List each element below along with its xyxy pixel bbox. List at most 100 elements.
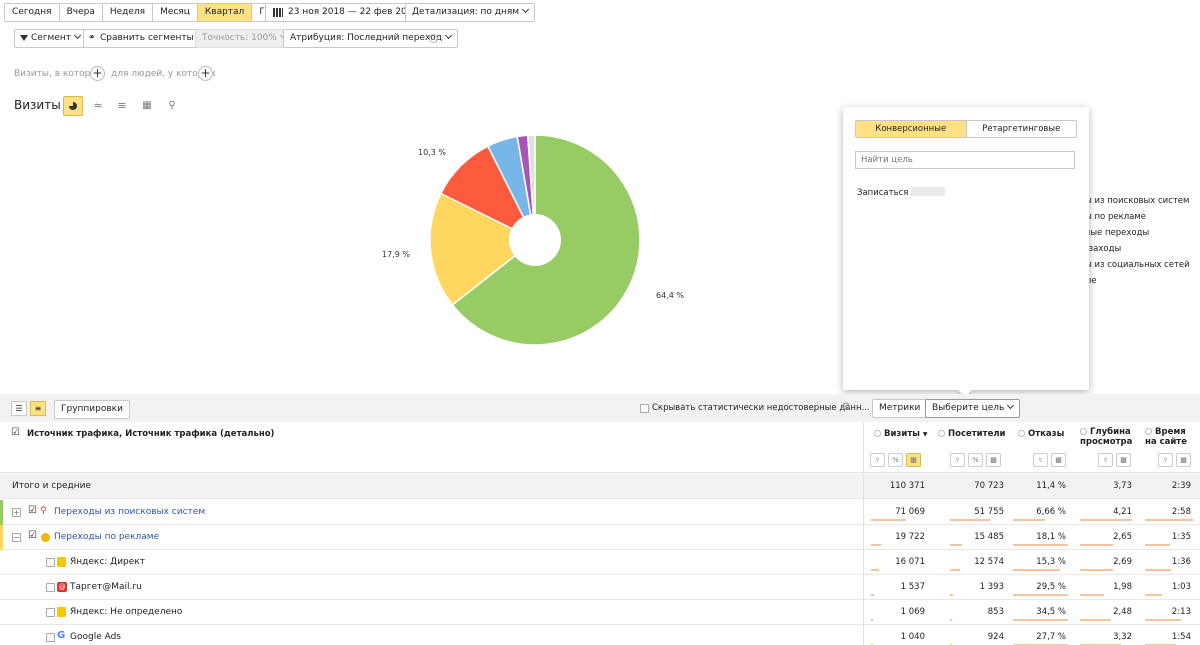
period-quarter[interactable]: Квартал [196,4,252,21]
collapse-icon[interactable]: − [12,533,21,542]
percent-icon[interactable]: % [888,453,903,467]
period-today[interactable]: Сегодня [5,4,59,21]
groupings-button[interactable]: Группировки [54,400,130,419]
chart-title: Визиты [14,98,61,112]
row-checkbox-icon[interactable]: ☑ [28,530,37,541]
goal-item[interactable]: Записаться [857,187,946,198]
chevron-down-icon [522,5,530,14]
row-bounces: 27,7 % [1036,632,1066,642]
bar-chart-icon[interactable]: ▦ [137,96,157,116]
area-chart-icon[interactable]: ≡ [112,96,132,116]
expand-icon[interactable]: + [12,508,21,517]
goal-search-input[interactable] [855,151,1075,169]
row-name[interactable]: Google Ads [70,625,121,645]
filter-icon[interactable]: ▿ [1033,453,1048,467]
column-visits[interactable]: Визиты ▼ [874,429,928,439]
row-bar [1080,619,1111,621]
add-people-filter-button[interactable]: + [198,66,213,81]
row-time: 1:03 [1171,582,1191,592]
bar-toggle-icon[interactable]: ▩ [906,453,921,467]
column-bounces[interactable]: Отказы [1018,429,1064,439]
row-visits: 16 071 [895,557,925,567]
row-checkbox[interactable] [46,583,55,592]
row-bar [1145,594,1162,596]
chevron-down-icon [444,31,453,40]
column-time[interactable]: Время на сайте [1145,427,1195,447]
info-icon[interactable]: i [429,34,438,43]
bar-toggle-icon[interactable]: ▩ [1176,453,1191,467]
filter-icon[interactable]: ▿ [1098,453,1113,467]
legend-item-search[interactable]: оды из поисковых систем [1074,196,1189,206]
segment-dropdown[interactable]: Сегмент [14,29,88,48]
table-row[interactable]: + ☑ ⚲ Переходы из поисковых систем 71 06… [0,500,1200,525]
tab-conversion[interactable]: Конверсионные [856,121,966,137]
pie-chart: 64,4 % 17,9 % 10,3 % [382,134,684,346]
tab-retargeting[interactable]: Ретаргетинговые [965,121,1077,137]
list-view-icon[interactable]: ☰ [11,401,27,416]
row-bar [1080,594,1104,596]
pie-chart-icon[interactable] [63,96,83,116]
row-checkbox-icon[interactable]: ☑ [28,505,37,516]
totals-depth: 3,73 [1113,481,1132,491]
row-name[interactable]: Переходы из поисковых систем [54,500,205,525]
row-name[interactable]: Переходы по рекламе [54,525,159,550]
row-name[interactable]: Яндекс: Не определено [70,600,182,625]
settings-gear-icon[interactable]: ⚙ [841,400,851,413]
row-visits: 19 722 [895,532,925,542]
percent-icon[interactable]: % [968,453,983,467]
filter-icon[interactable]: ▿ [870,453,885,467]
column-visitors[interactable]: Посетители [938,429,1006,439]
dimension-checkbox-icon[interactable]: ☑ [11,427,20,438]
metrics-button[interactable]: Метрики [872,399,928,418]
goal-popup: Конверсионные Ретаргетинговые Записаться [843,107,1089,398]
row-bar [950,619,952,621]
row-bar [950,569,960,571]
period-yesterday[interactable]: Вчера [58,4,102,21]
row-bar [1013,594,1068,596]
add-visit-filter-button[interactable]: + [90,66,105,81]
legend-item-social[interactable]: оды из социальных сетей [1074,260,1190,270]
row-checkbox[interactable] [46,558,55,567]
tree-view-icon[interactable]: ≡ [30,401,46,416]
table-row[interactable]: @ Таргет@Mail.ru 1 537 1 393 29,5 % 1,98… [0,575,1200,600]
table-row[interactable]: − ☑ Переходы по рекламе 19 722 15 485 18… [0,525,1200,550]
table-row[interactable]: Яндекс: Не определено 1 069 853 34,5 % 2… [0,600,1200,625]
chevron-down-icon [1007,401,1015,410]
map-pin-icon[interactable]: ⚲ [162,96,182,116]
row-name[interactable]: Яндекс: Директ [70,550,145,575]
bar-toggle-icon[interactable]: ▩ [1051,453,1066,467]
table-row[interactable]: G Google Ads 1 040 924 27,7 % 3,32 1:54 [0,625,1200,645]
row-checkbox[interactable] [46,608,55,617]
goal-select-dropdown[interactable]: Выберите цель [925,399,1021,418]
filter-icon[interactable]: ▿ [950,453,965,467]
totals-visitors: 70 723 [974,481,1004,491]
detail-dropdown[interactable]: Детализация: по дням [405,3,536,22]
report-table: ☰ ≡ Группировки Скрывать статистически н… [0,394,1200,645]
dimension-header[interactable]: Источник трафика, Источник трафика (дета… [27,429,274,439]
date-range-button[interactable]: 23 ноя 2018 — 22 фев 2019 [265,3,426,22]
google-icon: G [57,630,66,641]
bar-toggle-icon[interactable]: ▩ [1116,453,1131,467]
period-week[interactable]: Неделя [101,4,153,21]
table-row[interactable]: Яндекс: Директ 16 071 12 574 15,3 % 2,69… [0,550,1200,575]
metrics-divider [863,422,864,473]
row-bar [1145,544,1170,546]
line-chart-icon[interactable]: ≈ [88,96,108,116]
filter-icon[interactable]: ▿ [1158,453,1173,467]
bar-toggle-icon[interactable]: ▩ [986,453,1001,467]
row-bar [871,619,873,621]
compare-segments-dropdown[interactable]: ⚭ Сравнить сегменты [83,29,210,48]
accuracy-dropdown[interactable]: Точность: 100% [195,29,293,48]
row-time: 1:36 [1171,557,1191,567]
row-name[interactable]: Таргет@Mail.ru [70,575,142,600]
row-bar [950,519,990,521]
pie-label-slice-2: 10,3 % [418,148,446,157]
hide-unreliable-checkbox[interactable] [640,404,649,413]
row-bar [871,569,879,571]
column-depth[interactable]: Глубина просмотра [1080,427,1132,447]
row-time: 1:54 [1171,632,1191,642]
funnel-icon [20,35,28,41]
row-checkbox[interactable] [46,633,55,642]
period-month[interactable]: Месяц [152,4,197,21]
hide-unreliable-label: Скрывать статистически недостоверные дан… [652,403,870,413]
